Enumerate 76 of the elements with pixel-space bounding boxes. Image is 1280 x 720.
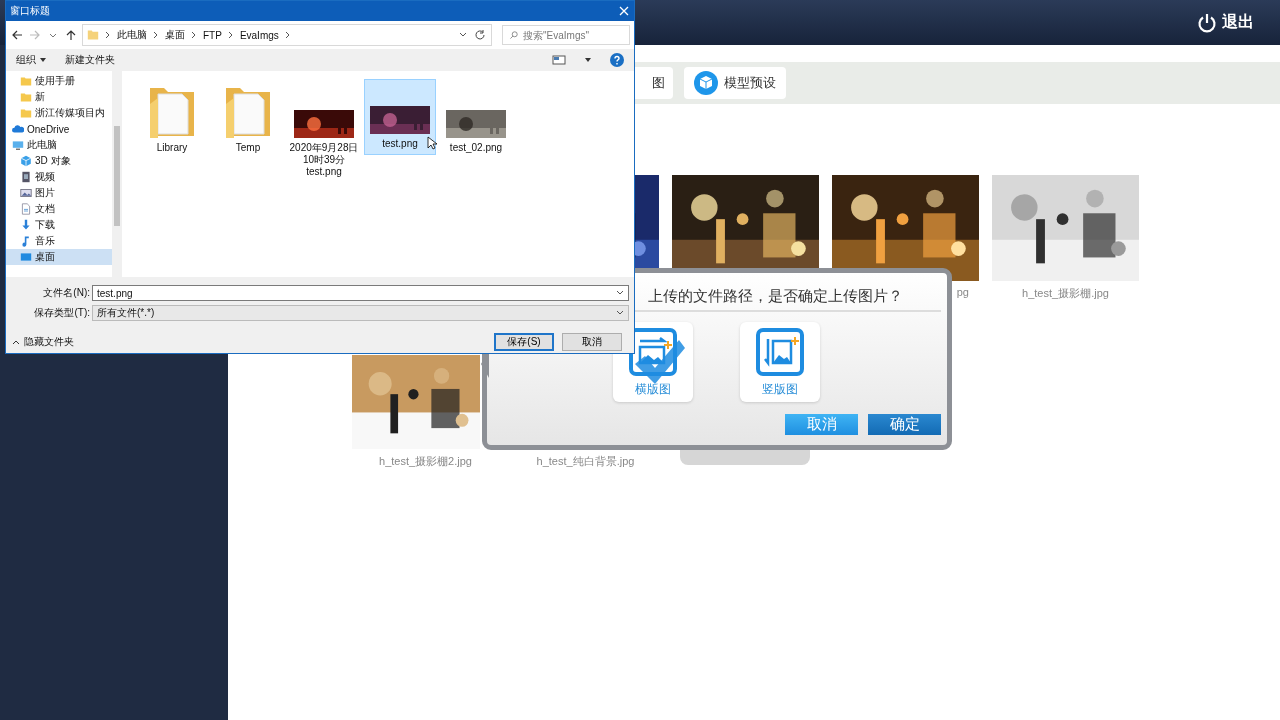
download-icon bbox=[20, 219, 32, 231]
nav-item[interactable]: 桌面 bbox=[6, 249, 112, 265]
breadcrumb[interactable]: EvaImgs bbox=[239, 29, 279, 41]
cloud-icon bbox=[12, 123, 24, 135]
cube-icon bbox=[20, 155, 32, 167]
nav-item[interactable]: 图片 bbox=[6, 185, 112, 201]
caret-icon bbox=[39, 57, 47, 63]
refresh-icon[interactable] bbox=[473, 28, 487, 42]
chevron-icon bbox=[227, 31, 234, 39]
video-icon bbox=[20, 171, 32, 183]
folder-icon bbox=[87, 29, 99, 41]
nav-item[interactable]: 浙江传媒项目内 bbox=[6, 105, 112, 121]
breadcrumb[interactable]: 此电脑 bbox=[117, 28, 147, 42]
nav-item[interactable]: 下载 bbox=[6, 217, 112, 233]
cube-icon bbox=[694, 71, 718, 95]
field-label: 保存类型(T): bbox=[33, 306, 90, 320]
image-caption: h_test_摄影棚2.jpg bbox=[379, 454, 472, 469]
chevron-icon bbox=[284, 31, 291, 39]
folder-icon bbox=[20, 75, 32, 87]
document-icon bbox=[20, 203, 32, 215]
filetype-dropdown[interactable]: 所有文件(*.*) bbox=[92, 305, 629, 321]
search-icon bbox=[509, 28, 519, 42]
address-bar[interactable]: 此电脑 桌面 FTP EvaImgs bbox=[82, 24, 492, 46]
search-box[interactable]: 搜索"EvaImgs" bbox=[502, 25, 630, 45]
folder-icon bbox=[20, 107, 32, 119]
image-caption: h_test_纯白背景.jpg bbox=[536, 454, 635, 469]
nav-item[interactable]: 视频 bbox=[6, 169, 112, 185]
file-item[interactable]: test.png bbox=[364, 79, 436, 155]
nav-item[interactable]: 新 bbox=[6, 89, 112, 105]
image-caption: pg bbox=[956, 286, 970, 298]
view-icon[interactable] bbox=[552, 55, 566, 65]
help-icon[interactable] bbox=[610, 53, 624, 67]
portrait-image-icon bbox=[755, 326, 805, 377]
nav-item[interactable]: OneDrive bbox=[6, 121, 112, 137]
toolbar-button[interactable]: 模型预设 bbox=[684, 67, 786, 99]
cursor-icon bbox=[427, 136, 437, 150]
folder-icon bbox=[20, 91, 32, 103]
window-title: 窗口标题 bbox=[10, 4, 50, 18]
chevron-icon bbox=[105, 31, 111, 39]
up-arrow-icon[interactable] bbox=[64, 28, 78, 42]
breadcrumb[interactable]: 桌面 bbox=[165, 28, 185, 42]
nav-item[interactable]: 音乐 bbox=[6, 233, 112, 249]
nav-item[interactable]: 3D 对象 bbox=[6, 153, 112, 169]
caret-icon bbox=[616, 290, 624, 296]
image-caption: h_test_摄影棚.jpg bbox=[1022, 286, 1109, 301]
nav-item[interactable]: 文档 bbox=[6, 201, 112, 217]
toolbar-command[interactable]: 新建文件夹 bbox=[65, 53, 115, 67]
desktop-icon bbox=[20, 251, 32, 263]
layout-option[interactable]: 竖版图 bbox=[740, 322, 820, 402]
breadcrumb[interactable]: FTP bbox=[203, 29, 222, 41]
file-item[interactable]: 2020年9月28日 10时39分 test.png bbox=[288, 79, 360, 182]
caret-icon bbox=[616, 310, 624, 316]
nav-item[interactable]: 此电脑 bbox=[6, 137, 112, 153]
power-icon bbox=[1196, 11, 1218, 34]
hide-folders-toggle[interactable]: 隐藏文件夹 bbox=[12, 335, 74, 349]
dialog-question: 上传的文件路径，是否确定上传图片？ bbox=[648, 287, 903, 306]
nav-item[interactable]: 使用手册 bbox=[6, 73, 112, 89]
cancel-button[interactable]: 取消 bbox=[562, 333, 622, 351]
logout-button[interactable]: 退出 bbox=[1196, 11, 1254, 34]
caret-icon bbox=[12, 339, 20, 345]
chevron-icon bbox=[153, 31, 159, 39]
music-icon bbox=[20, 235, 32, 247]
pictures-icon bbox=[20, 187, 32, 199]
file-item[interactable]: test_02.png bbox=[440, 79, 512, 158]
caret-icon[interactable] bbox=[459, 32, 467, 38]
save-button[interactable]: 保存(S) bbox=[494, 333, 554, 351]
file-item[interactable]: Library bbox=[136, 79, 208, 158]
chevron-icon bbox=[191, 31, 197, 39]
back-arrow-icon[interactable] bbox=[10, 28, 24, 42]
toolbar-command[interactable]: 组织 bbox=[16, 53, 47, 67]
confirm-button[interactable]: 确定 bbox=[868, 414, 941, 435]
filename-field[interactable]: test.png bbox=[92, 285, 629, 301]
search-field[interactable]: 搜索"EvaImgs" bbox=[523, 28, 623, 42]
file-item[interactable]: Temp bbox=[212, 79, 284, 158]
pc-icon bbox=[12, 139, 24, 151]
field-label: 文件名(N): bbox=[42, 286, 90, 300]
